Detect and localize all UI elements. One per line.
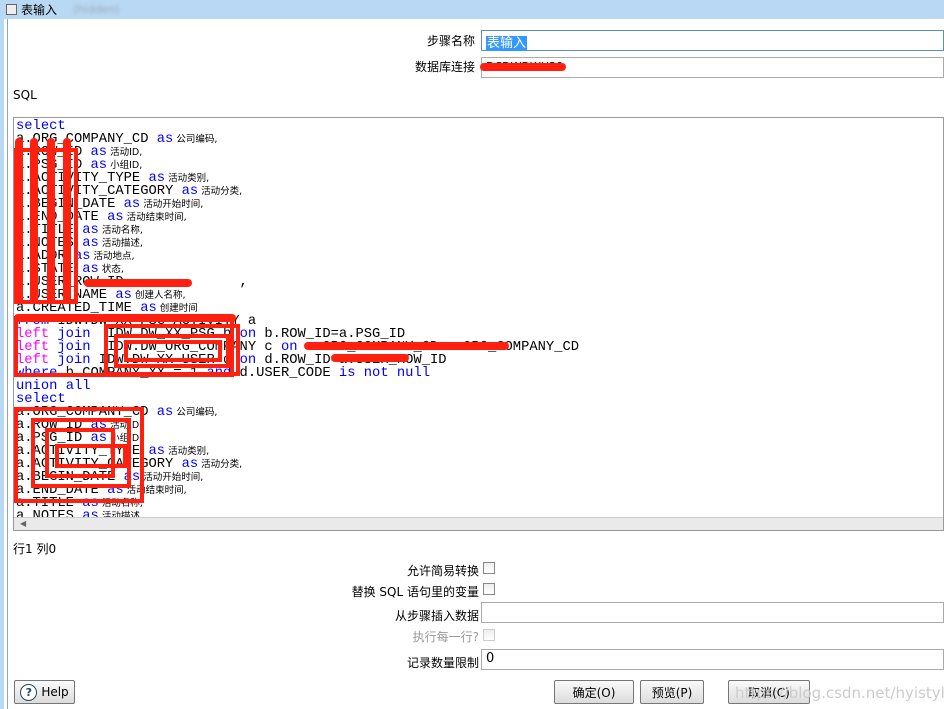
sql-keyword: and [206,366,232,381]
sql-text: 活动描述, [98,238,143,249]
lazy-conversion-label: 允许简易转换 [406,564,479,578]
sql-label: SQL [13,88,37,102]
cursor-position: 行1 列0 [13,542,57,556]
replace-variables-checkbox[interactable] [483,583,495,595]
horizontal-scrollbar[interactable]: ◀ [14,517,943,530]
window-subtitle: (hidden) [73,3,120,16]
sql-line: a.ADDR as 活动地点, [16,250,579,264]
sql-text: 小组ID, [107,433,143,444]
sql-text: 活动分类, [198,459,243,470]
sql-keyword: as [181,184,199,199]
sql-text: 活动名称, [98,498,143,509]
help-button[interactable]: ? Help [14,680,75,704]
insert-from-step-label: 从步骤插入数据 [394,609,479,623]
connection-select[interactable]: DCDWDWH20 [481,57,944,78]
sql-keyword: all [65,379,91,394]
ok-button[interactable]: 确定(O) [554,680,634,704]
window-title: 表输入 [21,3,58,17]
sql-text: 活动类别, [165,446,210,457]
sql-text: 活动ID, [107,147,143,158]
sql-text: 状态, [98,264,124,275]
sql-text: 活动类别, [165,173,210,184]
cancel-button[interactable]: 取消(C) [728,680,810,704]
sql-editor[interactable]: select a.ORG_COMPANY_CD as 公司编码, a.ROW_ID … [13,117,944,531]
execute-each-row-label: 执行每一行? [412,630,479,644]
sql-text: 公司编码, [173,407,218,418]
sql-text: 活动地点, [90,251,135,262]
replace-variables-label: 替换 SQL 语句里的变量 [351,585,479,599]
sql-text: 活动ID, [107,420,143,431]
help-icon: ? [20,683,38,701]
insert-from-step-select[interactable] [481,602,944,623]
sql-keyword: null [396,366,431,381]
sql-keyword: as [107,210,124,225]
sql-line: union all [16,379,579,394]
sql-keyword: as [107,483,124,498]
sql-text: d.USER_CODE [231,366,339,381]
sql-text: 活动分类, [198,186,243,197]
limit-label: 记录数量限制 [406,656,479,670]
sql-line: a.END_DATE as 活动结束时间, [16,210,579,225]
scroll-left-icon[interactable]: ◀ [20,519,26,528]
sql-line: a.END_DATE as 活动结束时间, [16,483,579,498]
sql-text: 活动结束时间, [123,485,187,496]
sql-text: 创建人名称, [131,290,186,301]
sql-keyword: as [123,470,141,485]
preview-button[interactable]: 预览(P) [640,680,704,704]
lazy-conversion-checkbox[interactable] [483,562,495,574]
sql-text: 活动开始时间, [140,472,204,483]
sql-text: 活动名称, [98,225,143,236]
limit-input[interactable]: 0 [481,649,944,670]
sql-line: a.NOTES as 活动描述, [16,237,579,251]
sql-text: 公司编码, [173,134,218,145]
sql-line: a.TITLE as 活动名称, [16,497,579,511]
sql-line: where b.COMPANY_XX = 1 and d.USER_CODE i… [16,366,579,381]
sql-line: a.TITLE as 活动名称, [16,224,579,238]
sql-text: 活动结束时间, [123,212,187,223]
sql-keyword: as [156,405,174,420]
sql-text: 创建时间 [156,303,198,314]
step-name-input[interactable]: 表输入 [481,30,944,51]
sql-keyword: as [123,197,141,212]
step-name-label: 步骤名称 [426,34,475,48]
sql-keyword: as [181,457,199,472]
sql-keyword: as [156,132,174,147]
sql-keyword: is [338,366,356,381]
sql-text: 小组ID, [107,160,143,171]
connection-label: 数据库连接 [414,60,475,74]
table-input-icon [6,4,17,15]
sql-keyword: not [363,366,389,381]
sql-code[interactable]: select a.ORG_COMPANY_CD as 公司编码, a.ROW_ID … [16,120,579,524]
execute-each-row-checkbox[interactable] [483,629,495,641]
sql-text: 活动开始时间, [140,199,204,210]
title-bar: 表输入 (hidden) [0,0,944,19]
